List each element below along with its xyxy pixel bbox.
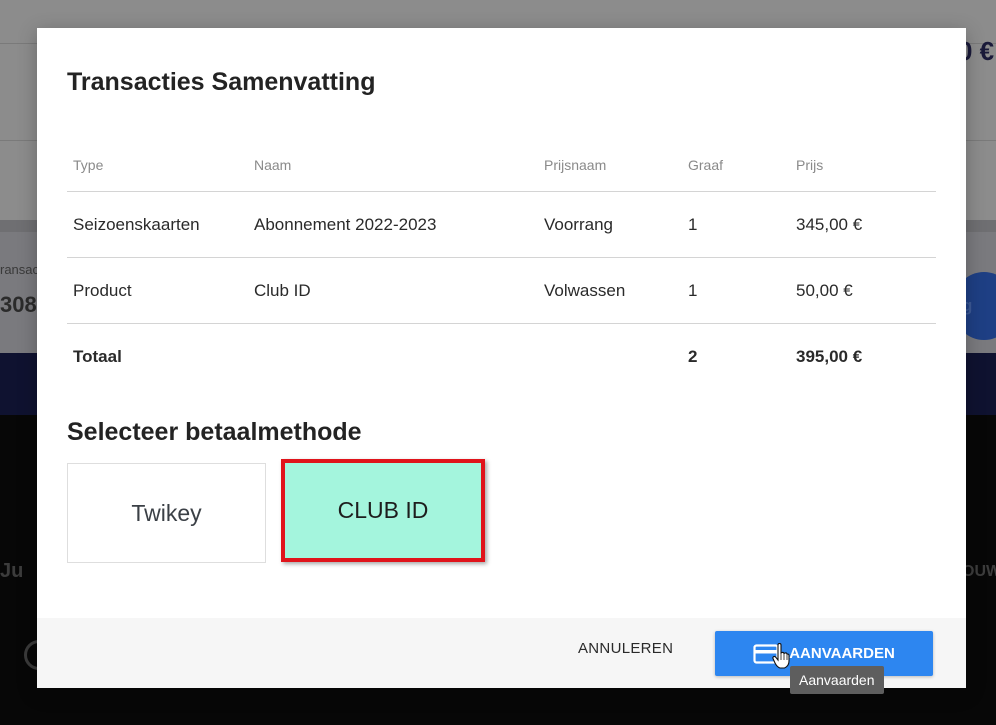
cell-price-name: Volwassen <box>538 257 682 324</box>
column-header-quantity: Graaf <box>682 138 790 192</box>
cell-quantity: 1 <box>682 257 790 324</box>
accept-button-label: AANVAARDEN <box>789 645 895 662</box>
cell-price-name: Voorrang <box>538 191 682 258</box>
total-amount: 395,00 € <box>796 346 863 366</box>
cell-type: Seizoenskaarten <box>67 191 248 258</box>
table-row: Product Club ID Volwassen 1 50,00 € <box>67 257 936 324</box>
payment-option-label: CLUB ID <box>337 497 429 523</box>
hand-pointer-cursor-icon <box>772 643 790 669</box>
cell-price: 345,00 € <box>790 191 936 258</box>
payment-option-club-id[interactable]: CLUB ID <box>281 459 485 562</box>
table-total-row: Totaal 2 395,00 € <box>67 324 936 390</box>
transaction-summary-modal: Transacties Samenvatting Type Naam Prijs… <box>37 28 966 688</box>
cancel-button[interactable]: ANNULEREN <box>578 640 673 657</box>
cell-type: Product <box>67 257 248 324</box>
total-label: Totaal <box>73 346 122 366</box>
table-row: Seizoenskaarten Abonnement 2022-2023 Voo… <box>67 191 936 258</box>
payment-method-title: Selecteer betaalmethode <box>67 418 362 446</box>
cell-name: Abonnement 2022-2023 <box>248 191 538 258</box>
column-header-type: Type <box>67 138 248 192</box>
modal-title: Transacties Samenvatting <box>67 68 376 96</box>
background-number: 308 <box>0 292 37 317</box>
background-logo-left: Ju <box>0 560 24 582</box>
column-header-price: Prijs <box>790 138 936 192</box>
total-empty <box>538 324 682 390</box>
accept-button-tooltip: Aanvaarden <box>790 666 884 694</box>
column-header-name: Naam <box>248 138 538 192</box>
cell-quantity: 1 <box>682 191 790 258</box>
payment-option-label: Twikey <box>131 499 202 526</box>
payment-option-twikey[interactable]: Twikey <box>67 463 266 563</box>
total-empty <box>248 324 538 390</box>
total-quantity: 2 <box>688 346 698 366</box>
table-header-row: Type Naam Prijsnaam Graaf Prijs <box>67 138 936 192</box>
background-logo-right: OUW <box>962 563 996 580</box>
cell-price: 50,00 € <box>790 257 936 324</box>
transactions-table: Type Naam Prijsnaam Graaf Prijs Seizoens… <box>67 138 936 389</box>
column-header-price-name: Prijsnaam <box>538 138 682 192</box>
cell-name: Club ID <box>248 257 538 324</box>
